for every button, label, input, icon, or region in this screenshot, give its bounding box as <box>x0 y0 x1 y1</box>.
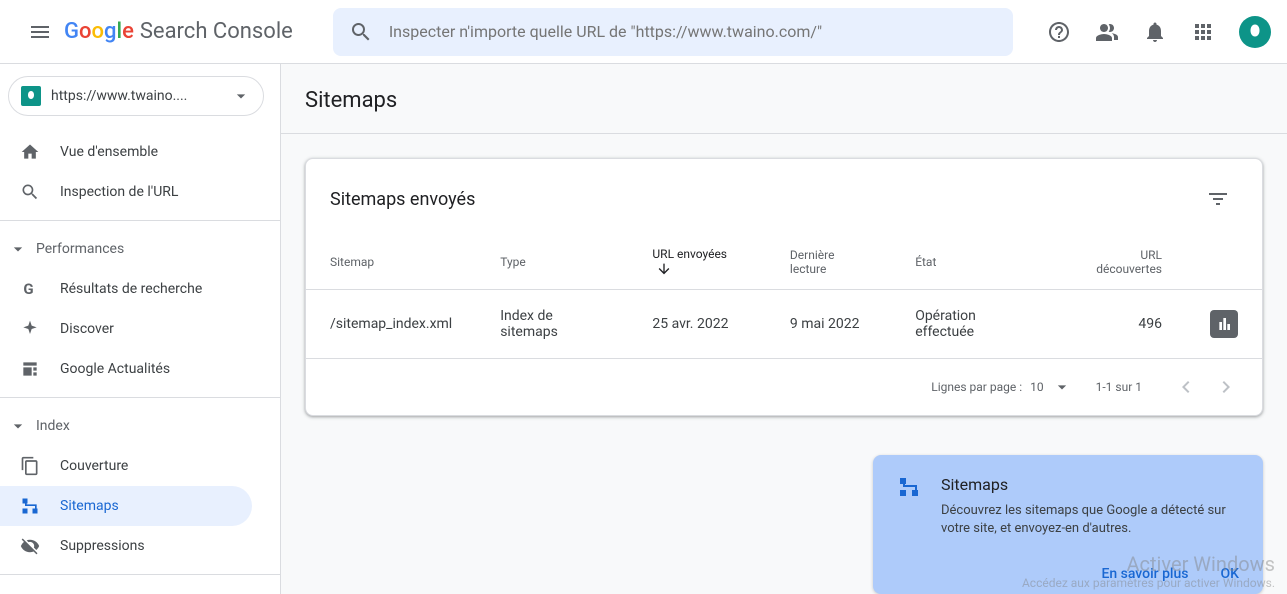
col-type[interactable]: Type <box>476 231 628 290</box>
sidebar-item-label: Vue d'ensemble <box>60 144 158 160</box>
section-experience[interactable]: Expérience <box>0 583 280 594</box>
sidebar-item-search-results[interactable]: G Résultats de recherche <box>0 269 252 309</box>
page-range: 1-1 sur 1 <box>1096 380 1142 394</box>
property-favicon <box>21 86 41 106</box>
header-actions <box>1039 12 1271 52</box>
view-details-button[interactable] <box>1210 310 1238 338</box>
col-sitemap[interactable]: Sitemap <box>306 231 476 290</box>
sidebar-item-inspection[interactable]: Inspection de l'URL <box>0 172 252 212</box>
sidebar-item-label: Résultats de recherche <box>60 281 202 297</box>
learn-more-link[interactable]: En savoir plus <box>1101 566 1188 582</box>
apps-button[interactable] <box>1183 12 1223 52</box>
next-page-button[interactable] <box>1206 367 1246 407</box>
col-url-sent[interactable]: URL envoyées <box>628 231 766 290</box>
property-url: https://www.twaino.... <box>51 88 231 104</box>
section-performance[interactable]: Performances <box>0 229 280 269</box>
chevron-right-icon <box>1214 375 1238 399</box>
chevron-down-icon <box>8 239 28 259</box>
cell-last-read: 9 mai 2022 <box>766 290 891 359</box>
main-content: Sitemaps Sitemaps envoyés Sitemap Type U… <box>280 64 1287 594</box>
section-label: Index <box>36 418 70 434</box>
top-header: Google Search Console <box>0 0 1287 64</box>
chevron-down-icon <box>1052 377 1072 397</box>
filter-button[interactable] <box>1198 179 1238 219</box>
cell-discovered: 496 <box>1052 290 1186 359</box>
divider <box>0 397 280 398</box>
divider <box>0 574 280 575</box>
page-title: Sitemaps <box>281 64 1287 134</box>
users-settings-button[interactable] <box>1087 12 1127 52</box>
chevron-down-icon <box>231 86 251 106</box>
account-avatar[interactable] <box>1239 16 1271 48</box>
sidebar-item-label: Discover <box>60 321 114 337</box>
svg-text:G: G <box>23 280 33 298</box>
sitemap-icon <box>897 475 921 574</box>
news-icon <box>20 359 44 379</box>
sitemaps-table: Sitemap Type URL envoyées Dernière lectu… <box>306 231 1262 358</box>
col-discovered[interactable]: URL découvertes <box>1052 231 1186 290</box>
sitemaps-card: Sitemaps envoyés Sitemap Type URL envoyé… <box>305 158 1263 416</box>
sidebar-item-sitemaps[interactable]: Sitemaps <box>0 486 252 526</box>
notifications-button[interactable] <box>1135 12 1175 52</box>
sidebar-item-label: Google Actualités <box>60 361 170 377</box>
google-logo: Google <box>64 19 134 44</box>
hamburger-menu-button[interactable] <box>16 8 64 56</box>
tip-body: Découvrez les sitemaps que Google a déte… <box>941 502 1239 538</box>
divider <box>0 220 280 221</box>
section-label: Performances <box>36 241 124 257</box>
chevron-down-icon <box>8 416 28 436</box>
search-icon <box>349 20 373 44</box>
help-button[interactable] <box>1039 12 1079 52</box>
section-index[interactable]: Index <box>0 406 280 446</box>
avatar-icon <box>1246 23 1264 41</box>
sidebar-item-removals[interactable]: Suppressions <box>0 526 252 566</box>
menu-icon <box>28 20 52 44</box>
sitemap-icon <box>20 496 44 516</box>
sidebar-item-label: Sitemaps <box>60 498 119 514</box>
cell-sent: 25 avr. 2022 <box>628 290 766 359</box>
arrow-down-icon <box>656 261 672 277</box>
col-state[interactable]: État <box>891 231 1052 290</box>
search-icon <box>20 182 44 202</box>
property-selector[interactable]: https://www.twaino.... <box>8 76 264 116</box>
rows-per-page-select[interactable]: Lignes par page : 10 <box>931 377 1071 397</box>
col-last-read[interactable]: Dernière lecture <box>766 231 891 290</box>
cell-type: Index de sitemaps <box>476 290 628 359</box>
chevron-left-icon <box>1174 375 1198 399</box>
home-icon <box>20 142 44 162</box>
table-row[interactable]: /sitemap_index.xml Index de sitemaps 25 … <box>306 290 1262 359</box>
url-inspect-search[interactable] <box>333 8 1013 56</box>
sidebar-item-overview[interactable]: Vue d'ensemble <box>0 132 252 172</box>
sidebar: https://www.twaino.... Vue d'ensemble In… <box>0 64 280 594</box>
table-footer: Lignes par page : 10 1-1 sur 1 <box>306 358 1262 415</box>
sidebar-item-coverage[interactable]: Couverture <box>0 446 252 486</box>
card-title: Sitemaps envoyés <box>330 189 475 210</box>
tip-title: Sitemaps <box>941 475 1239 494</box>
sidebar-item-label: Inspection de l'URL <box>60 184 178 200</box>
tip-card: Sitemaps Découvrez les sitemaps que Goog… <box>873 455 1263 594</box>
google-g-icon: G <box>20 279 44 299</box>
sidebar-item-discover[interactable]: Discover <box>0 309 252 349</box>
prev-page-button[interactable] <box>1166 367 1206 407</box>
bell-icon <box>1143 20 1167 44</box>
discover-icon <box>20 319 44 339</box>
rows-value: 10 <box>1030 380 1044 394</box>
sidebar-item-label: Suppressions <box>60 538 145 554</box>
cell-sitemap: /sitemap_index.xml <box>306 290 476 359</box>
filter-icon <box>1206 187 1230 211</box>
rows-label: Lignes par page : <box>931 380 1022 394</box>
search-input[interactable] <box>389 22 997 41</box>
sidebar-item-label: Couverture <box>60 458 128 474</box>
ok-button[interactable]: OK <box>1221 566 1240 582</box>
sidebar-item-news[interactable]: Google Actualités <box>0 349 252 389</box>
pages-icon <box>20 456 44 476</box>
cell-state: Opération effectuée <box>891 290 1052 359</box>
visibility-off-icon <box>20 536 44 556</box>
manage-users-icon <box>1095 20 1119 44</box>
bar-chart-icon <box>1216 316 1232 332</box>
apps-grid-icon <box>1191 20 1215 44</box>
product-name: Search Console <box>140 19 293 44</box>
logo[interactable]: Google Search Console <box>64 19 293 44</box>
help-icon <box>1047 20 1071 44</box>
